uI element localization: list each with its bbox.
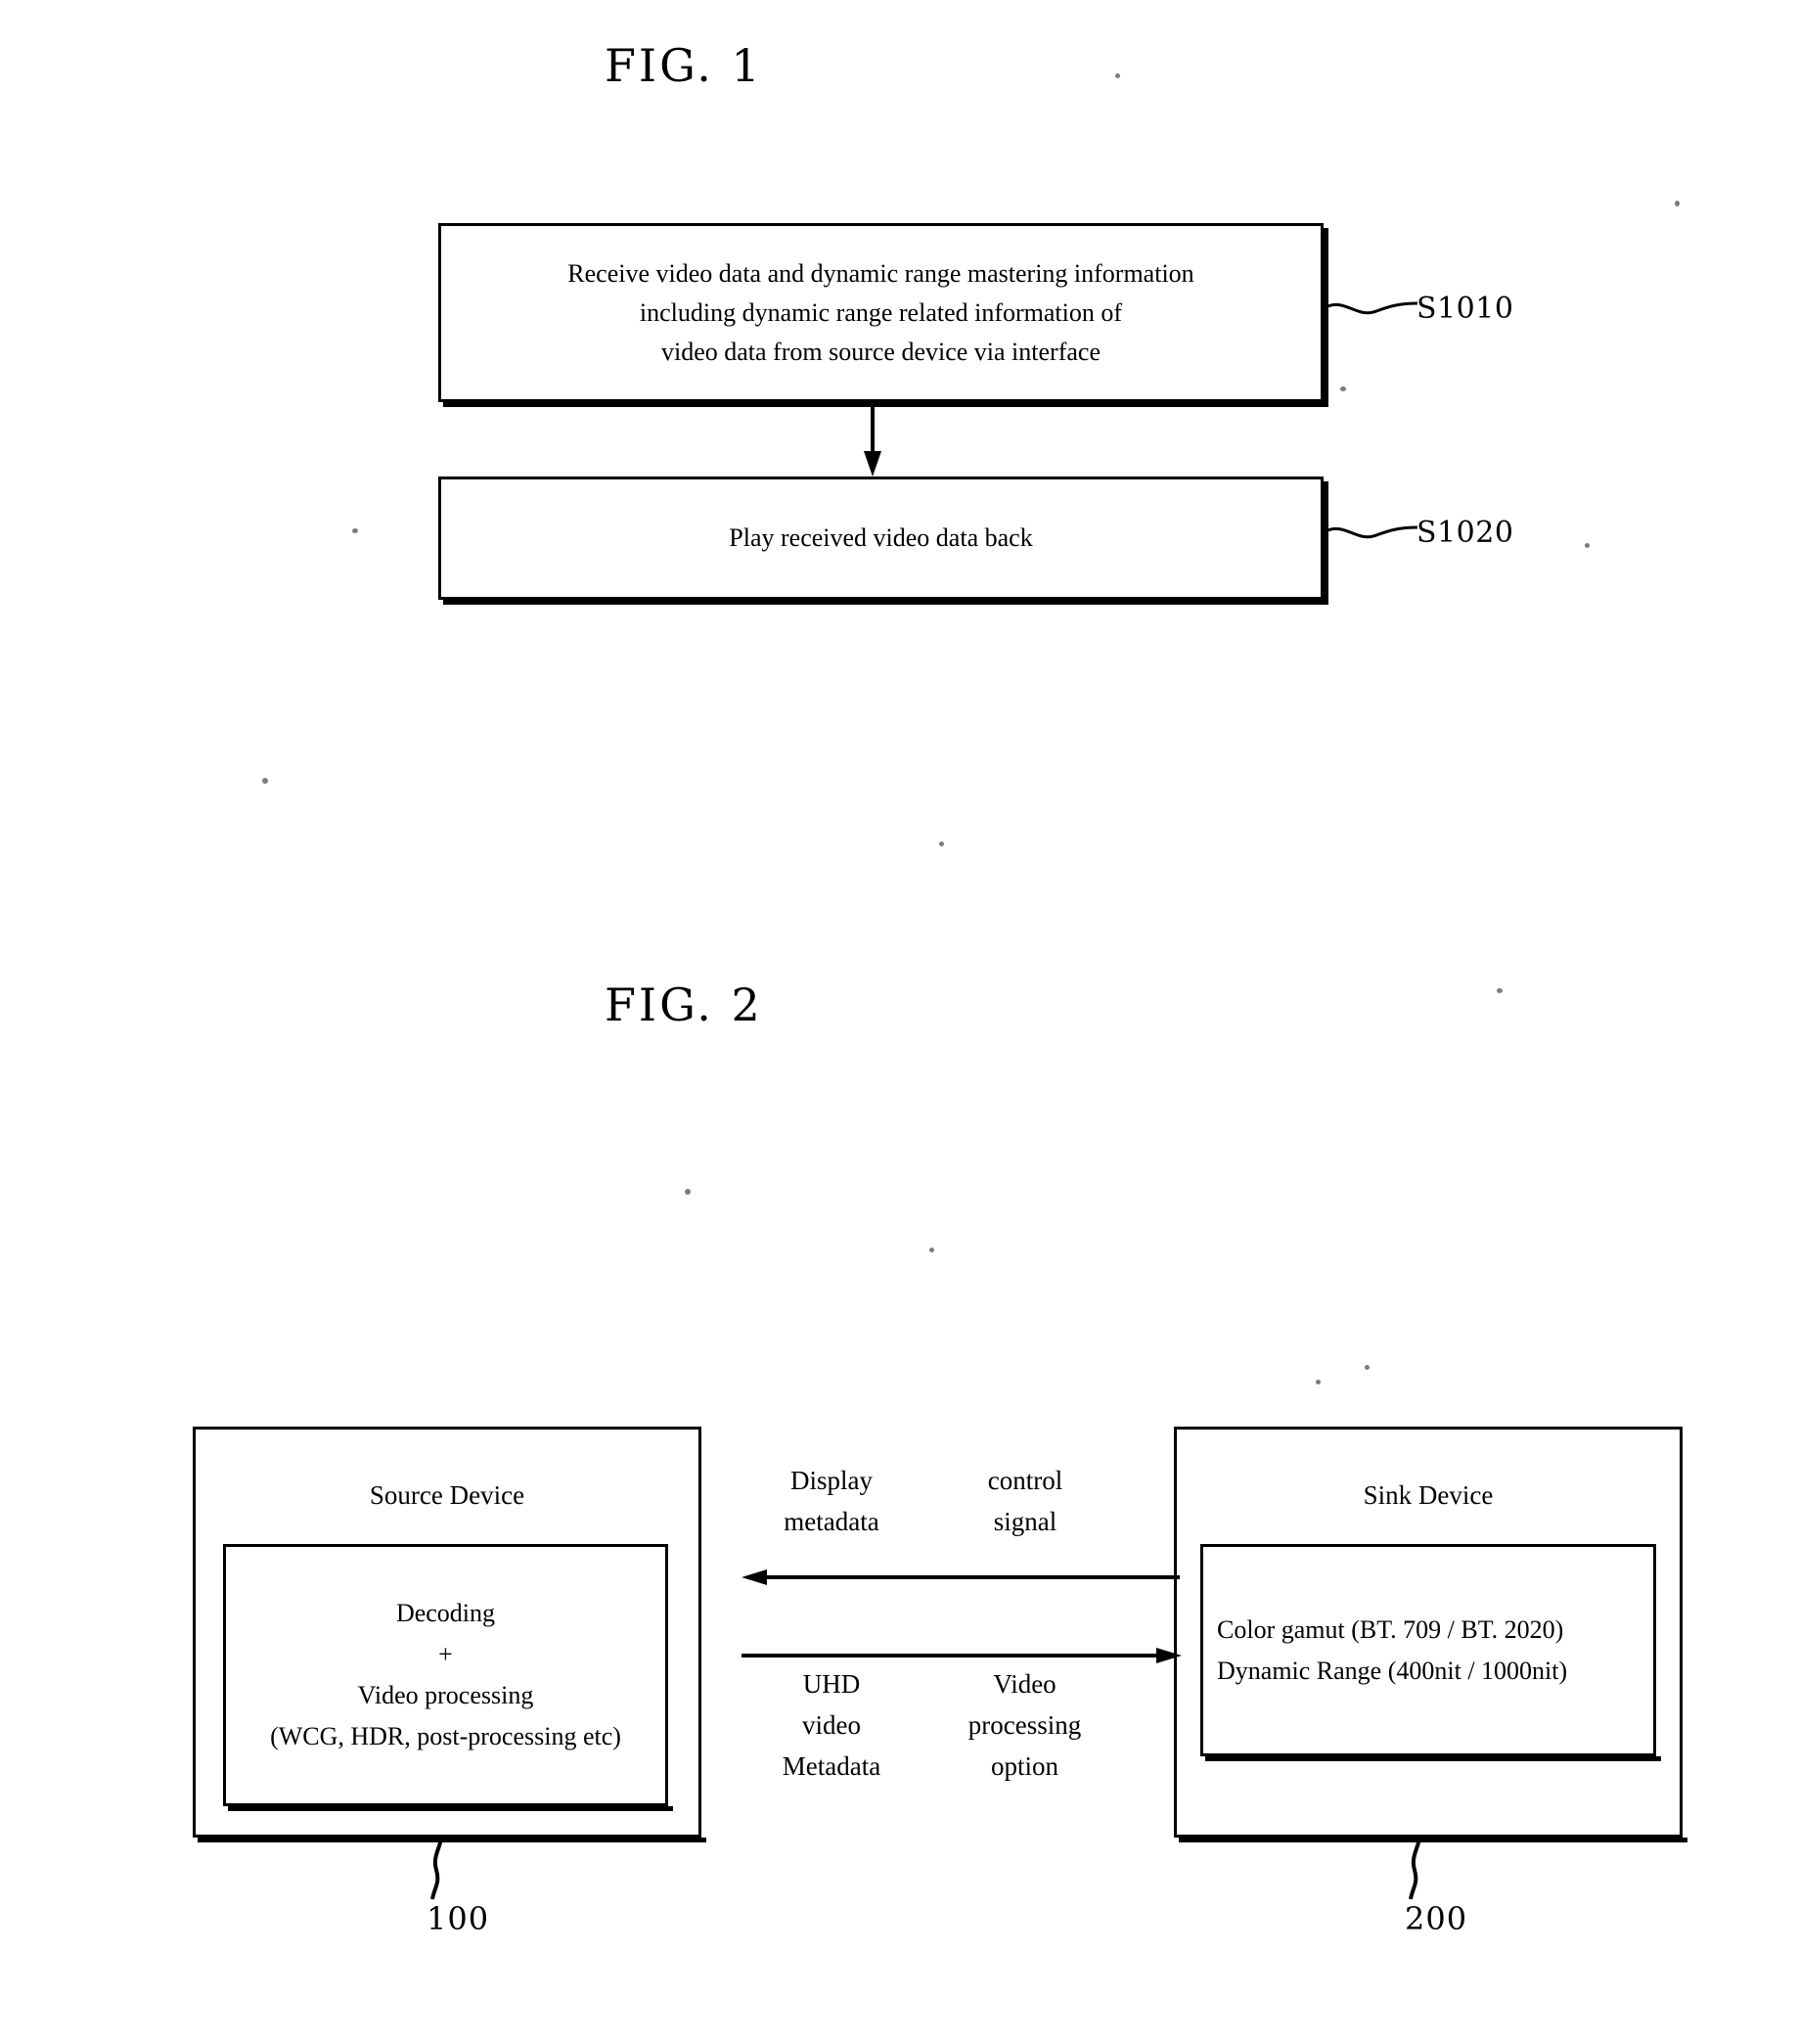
scan-speck <box>1585 543 1590 548</box>
scan-speck <box>1340 386 1346 391</box>
scan-speck <box>939 841 944 846</box>
scan-speck <box>1316 1380 1321 1385</box>
signal-label-control-signal: control signal <box>987 1466 1063 1536</box>
source-device-title: Source Device <box>369 1480 525 1510</box>
signal-label-video-processing-option: Video processing option <box>967 1669 1082 1781</box>
source-device-inner-box: Decoding + Video processing (WCG, HDR, p… <box>223 1544 668 1806</box>
signal-arrow-sink-to-source <box>742 1569 1180 1585</box>
leader-line-ref-200 <box>1409 1835 1422 1900</box>
step-reference-s1010: S1010 <box>1416 292 1514 326</box>
reference-numeral-200: 200 <box>1405 1900 1468 1937</box>
sink-device-inner-box: Color gamut (BT. 709 / BT. 2020) Dynamic… <box>1200 1544 1656 1756</box>
scan-speck <box>1675 201 1680 206</box>
leader-line-s1020 <box>1325 525 1418 539</box>
box-s1020-shadow-bottom <box>443 600 1328 605</box>
process-box-s1020-text: Play received video data back <box>729 523 1033 552</box>
scan-speck <box>262 778 268 784</box>
sink-device-title: Sink Device <box>1363 1480 1494 1510</box>
patent-drawing-sheet: FIG. 1 Receive video data and dynamic ra… <box>0 0 1798 2044</box>
scan-speck <box>685 1189 691 1195</box>
flow-arrow-s1010-to-s1020 <box>864 402 881 477</box>
signal-label-display-metadata: Display metadata <box>784 1466 879 1536</box>
figure-2-title: FIG. 2 <box>605 978 763 1031</box>
process-box-s1010-text: Receive video data and dynamic range mas… <box>567 258 1194 366</box>
process-box-s1020: Play received video data back <box>438 477 1324 600</box>
figure-1-title: FIG. 1 <box>605 39 763 92</box>
scan-speck <box>1497 988 1503 993</box>
source-inner-shadow-bottom <box>228 1806 673 1811</box>
leader-line-s1010 <box>1325 301 1418 315</box>
scan-speck <box>929 1248 934 1252</box>
sink-device-inner-text: Color gamut (BT. 709 / BT. 2020) Dynamic… <box>1217 1614 1568 1685</box>
process-box-s1010: Receive video data and dynamic range mas… <box>438 223 1324 402</box>
scan-speck <box>1365 1365 1370 1370</box>
sink-inner-shadow-bottom <box>1205 1756 1661 1761</box>
signal-label-uhd-video-metadata: UHD video Metadata <box>782 1669 881 1781</box>
leader-line-ref-100 <box>430 1835 444 1900</box>
scan-speck <box>352 528 358 533</box>
reference-numeral-100: 100 <box>427 1900 490 1937</box>
source-device-inner-text: Decoding + Video processing (WCG, HDR, p… <box>270 1599 621 1750</box>
scan-speck <box>1115 73 1120 78</box>
step-reference-s1020: S1020 <box>1416 516 1514 550</box>
